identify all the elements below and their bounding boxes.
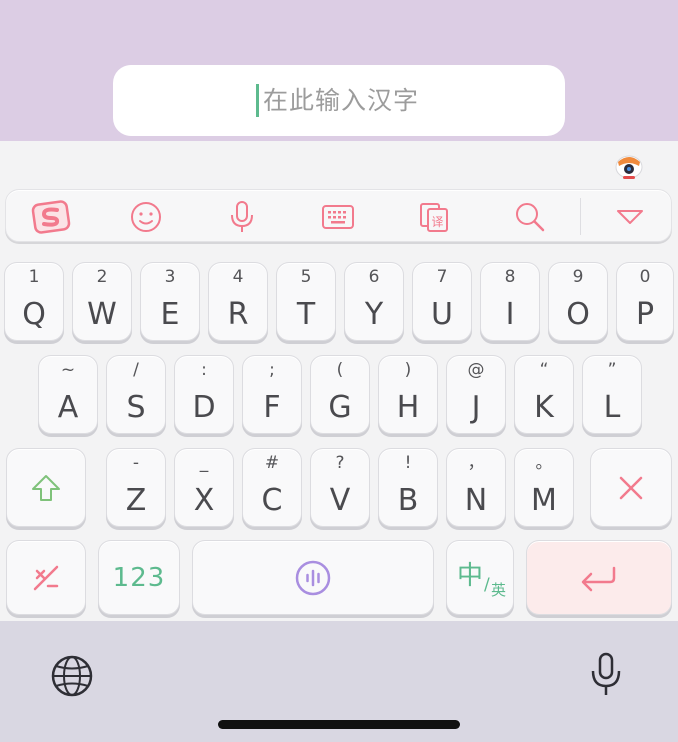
lang-main-label: 中 [457,561,484,591]
lang-sep-label: / [484,575,490,595]
home-indicator[interactable] [218,720,460,729]
key-q[interactable]: 1Q [4,262,64,341]
key-n[interactable]: ， N [446,448,506,527]
key-g[interactable]: (G [310,355,370,434]
voice-wave-icon [295,560,331,595]
key-h[interactable]: ) H [378,355,438,434]
text-input[interactable]: 在此输入汉字 [113,65,565,136]
space-key[interactable] [192,540,434,615]
emoji-icon[interactable] [116,190,176,243]
key-p[interactable]: 0P [616,262,674,341]
language-switch-key[interactable]: 中 / 英 [446,540,514,615]
key-v[interactable]: ? V [310,448,370,527]
lang-sub-label: 英 [491,581,507,599]
key-c[interactable]: # C [242,448,302,527]
svg-text:译: 译 [431,215,443,229]
key-t[interactable]: 5T [276,262,336,341]
return-arrow-icon [581,566,616,591]
key-o[interactable]: 9O [548,262,608,341]
key-x[interactable]: _ X [174,448,234,527]
key-r[interactable]: 4R [208,262,268,341]
key-k[interactable]: “K [514,355,574,434]
key-w[interactable]: 2W [72,262,132,341]
key-l[interactable]: ” L [582,355,642,434]
key-j[interactable]: @ J [446,355,506,434]
candidate-toolbar: 译 [5,189,672,242]
key-u[interactable]: 7U [412,262,472,341]
dictation-mic-icon[interactable] [588,651,624,699]
key-d[interactable]: :D [174,355,234,434]
key-z[interactable]: -Z [106,448,166,527]
key-e[interactable]: 3E [140,262,200,341]
voice-input-icon[interactable] [212,190,272,243]
shift-key[interactable] [6,448,86,527]
input-placeholder: 在此输入汉字 [263,86,420,115]
number-switch-label: 123 [112,562,166,593]
globe-icon[interactable] [50,654,94,698]
key-s[interactable]: / S [106,355,166,434]
search-icon[interactable] [500,190,560,243]
key-i[interactable]: 8I [480,262,540,341]
key-a[interactable]: ~ A [38,355,98,434]
symbols-icon [33,565,59,590]
key-f[interactable]: ; F [242,355,302,434]
key-b[interactable]: ! B [378,448,438,527]
delete-x-icon [619,476,643,499]
collapse-keyboard-icon[interactable] [600,190,660,243]
toolbar-divider [580,198,581,235]
backspace-key[interactable] [590,448,672,527]
key-m[interactable]: 。 M [514,448,574,527]
number-switch-key[interactable]: 123 [98,540,180,615]
symbol-key[interactable] [6,540,86,615]
shift-arrow-icon [32,474,60,501]
keyboard-switch-icon[interactable] [308,190,368,243]
key-y[interactable]: 6Y [344,262,404,341]
text-caret [256,84,259,117]
mascot-icon[interactable] [613,150,645,182]
sogou-logo-icon[interactable] [21,190,81,243]
clipboard-icon[interactable]: 译 [404,190,464,243]
enter-key[interactable] [526,540,672,615]
